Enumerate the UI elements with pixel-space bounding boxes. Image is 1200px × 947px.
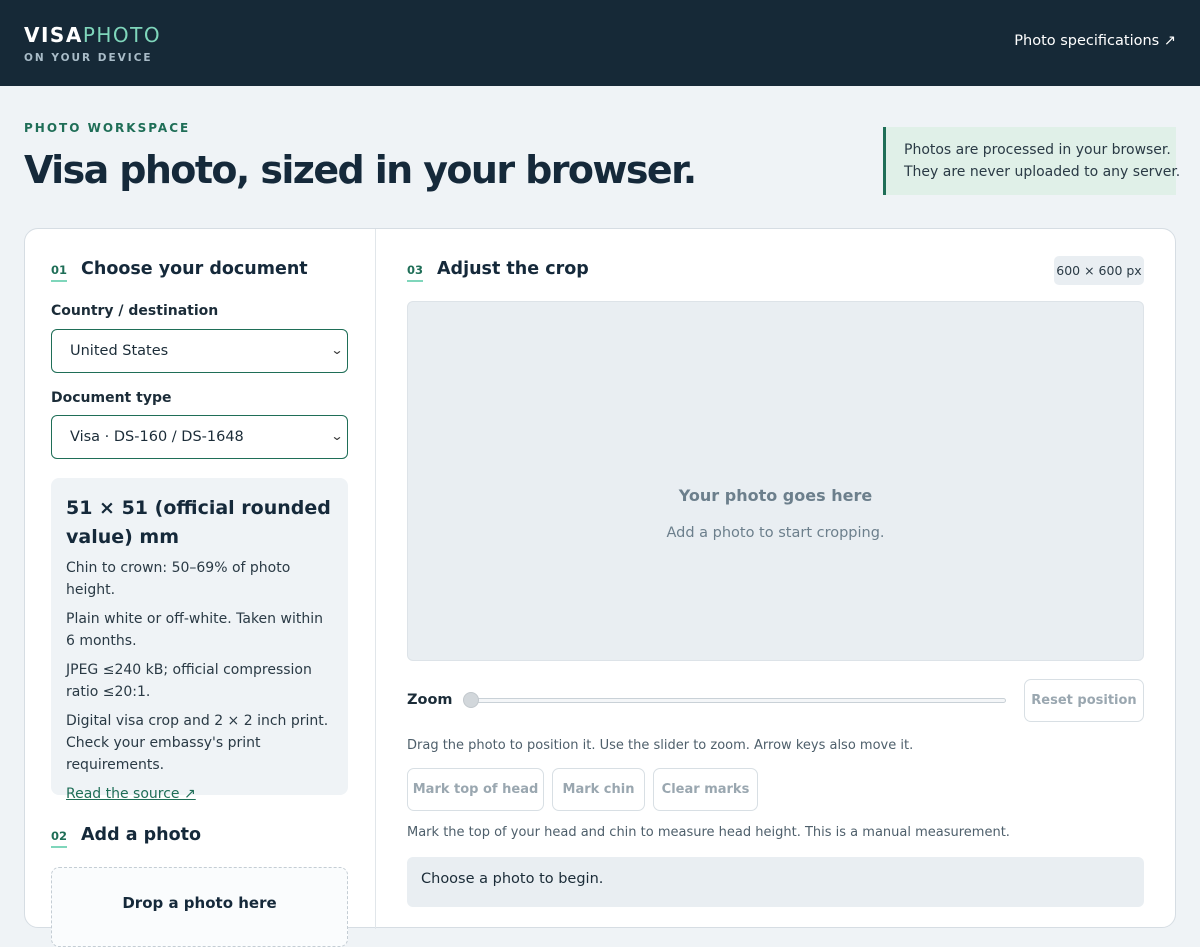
clear-marks-button[interactable]: Clear marks (653, 768, 758, 811)
country-select-value: United States (70, 343, 169, 359)
photo-spec-panel: 51 × 51 (official rounded value) mm Chin… (51, 478, 348, 802)
chevron-down-icon: ⌄ (330, 429, 344, 443)
top-bar: VISAPHOTO ON YOUR DEVICE Photo specifica… (0, 0, 1200, 86)
workspace-card: 01 Choose your document Country / destin… (24, 228, 1176, 947)
document-type-select[interactable]: Visa · DS-160 / DS-1648 ⌄ (51, 415, 348, 459)
document-type-label: Document type (51, 390, 172, 406)
spec-chin-to-crown: Chin to crown: 50–69% of photo height. (66, 560, 291, 598)
brand-primary: VISA (24, 23, 83, 47)
brand-secondary: PHOTO (82, 23, 162, 47)
privacy-notice: Photos are processed in your browser. Th… (883, 127, 1181, 195)
photo-dropzone[interactable]: Drop a photo here (51, 867, 348, 947)
spec-print: Digital visa crop and 2 × 2 inch print. … (66, 713, 329, 773)
step-number: 02 (51, 829, 68, 848)
brand-name: VISAPHOTO (24, 23, 161, 47)
step-title: Choose your document (81, 259, 308, 279)
page-title: Visa photo, sized in your browser. (24, 148, 697, 192)
spec-background: Plain white or off-white. Taken within 6… (66, 611, 323, 649)
spec-file-format: JPEG ≤240 kB; official compression ratio… (66, 662, 312, 700)
brand-logo[interactable]: VISAPHOTO ON YOUR DEVICE (24, 23, 161, 64)
placeholder-subtitle: Add a photo to start cropping. (666, 525, 885, 541)
privacy-line-1: Photos are processed in your browser. (904, 142, 1171, 158)
column-divider (375, 229, 376, 929)
zoom-label: Zoom (407, 692, 453, 708)
step-title: Add a photo (81, 825, 202, 845)
step-adjust-crop: 03 Adjust the crop (407, 259, 589, 282)
step-number: 01 (51, 263, 68, 282)
read-source-link[interactable]: Read the source ↗ (66, 786, 196, 802)
workspace-eyebrow: PHOTO WORKSPACE (24, 121, 191, 135)
placeholder-title: Your photo goes here (678, 486, 873, 505)
dropzone-text: Drop a photo here (122, 894, 277, 912)
drag-hint: Drag the photo to position it. Use the s… (407, 738, 914, 753)
step-choose-document: 01 Choose your document (51, 259, 308, 282)
zoom-slider-thumb[interactable] (463, 692, 479, 708)
reset-position-button[interactable]: Reset position (1024, 679, 1144, 722)
crop-canvas[interactable]: Your photo goes here Add a photo to star… (407, 301, 1144, 661)
mark-top-of-head-button[interactable]: Mark top of head (407, 768, 544, 811)
chevron-down-icon: ⌄ (330, 343, 344, 357)
measurement-hint: Mark the top of your head and chin to me… (407, 825, 1010, 840)
step-number: 03 (407, 263, 424, 282)
photo-specifications-link[interactable]: Photo specifications ↗ (1014, 33, 1176, 49)
step-title: Adjust the crop (437, 259, 589, 279)
privacy-line-2: They are never uploaded to any server. (904, 164, 1181, 180)
spec-size: 51 × 51 (official rounded value) mm (66, 497, 331, 548)
country-label: Country / destination (51, 303, 219, 319)
document-type-select-value: Visa · DS-160 / DS-1648 (70, 429, 244, 445)
mark-chin-button[interactable]: Mark chin (552, 768, 645, 811)
output-dimension-badge: 600 × 600 px (1054, 256, 1144, 285)
country-select[interactable]: United States ⌄ (51, 329, 348, 373)
zoom-slider[interactable] (465, 698, 1006, 703)
brand-tagline: ON YOUR DEVICE (24, 52, 153, 64)
step-add-photo: 02 Add a photo (51, 825, 201, 848)
